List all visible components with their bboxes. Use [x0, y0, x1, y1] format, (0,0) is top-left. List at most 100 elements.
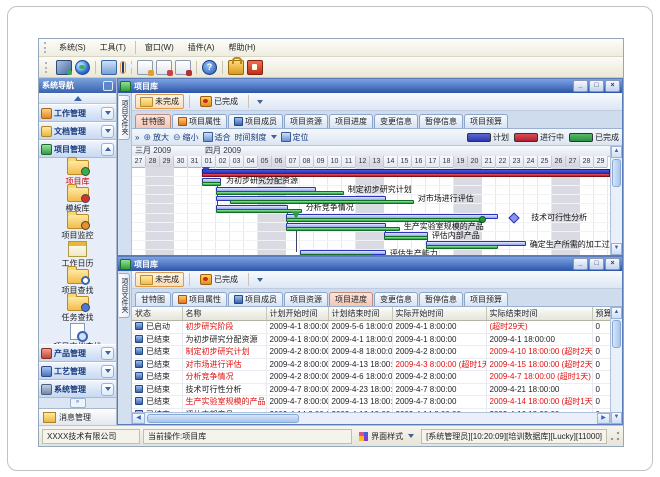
menu-item-4[interactable]: 帮助(H) [221, 41, 262, 54]
sidebar-section-3[interactable]: 产品管理 [39, 344, 116, 362]
section-toggle-button[interactable] [101, 143, 114, 156]
task-done-bar[interactable] [286, 227, 400, 231]
close-button[interactable]: × [605, 258, 620, 270]
toolbar-drag-handle[interactable] [45, 62, 50, 73]
section-toggle-button[interactable] [101, 125, 114, 138]
tab-甘特图[interactable]: 甘特图 [135, 114, 171, 128]
tab-变更信息[interactable]: 变更信息 [374, 292, 418, 306]
tab-项目成员[interactable]: 项目成员 [228, 114, 283, 128]
column-header-1[interactable]: 名称 [182, 307, 266, 321]
resize-grip[interactable] [610, 431, 620, 441]
table-row[interactable]: 已结束制定初步研究计划2009-4-2 8:00:002009-4-8 18:0… [132, 346, 610, 359]
table-row[interactable]: 已结束生产实验室规模的产品2009-4-7 8:00:002009-4-13 1… [132, 396, 610, 409]
sidebar-section-5[interactable]: 系统管理 [39, 380, 116, 398]
task-done-bar[interactable] [216, 209, 302, 213]
maximize-button[interactable]: □ [589, 258, 604, 270]
timescale-dropdown[interactable]: 时间刻度 [235, 132, 277, 143]
minimize-button[interactable]: _ [573, 80, 588, 92]
scroll-left-icon[interactable] [132, 413, 145, 424]
zoom-in-button[interactable]: ⊕放大 [143, 132, 169, 143]
scroll-right-icon[interactable] [597, 413, 610, 424]
scrollbar-thumb[interactable] [147, 414, 299, 423]
column-header-2[interactable]: 计划开始时间 [266, 307, 328, 321]
pin-icon[interactable] [103, 81, 113, 91]
task-done-bar[interactable] [384, 236, 428, 240]
tab-变更信息[interactable]: 变更信息 [374, 114, 418, 128]
sidebar-more-button[interactable]: » [70, 398, 86, 408]
sidebar-item-0[interactable]: 项目库 [66, 160, 90, 187]
table-row[interactable]: 已结束分析竞争情况2009-4-2 8:00:002009-4-6 18:00:… [132, 371, 610, 384]
menu-item-2[interactable]: 窗口(W) [138, 41, 181, 54]
gantt-vertical-scrollbar[interactable] [610, 146, 622, 255]
zoom-out-button[interactable]: ⊖缩小 [173, 132, 199, 143]
menubar-drag-handle[interactable] [44, 42, 49, 53]
sidebar-section-0[interactable]: 工作管理 [39, 104, 116, 122]
toolbar-overflow-button[interactable]: » [135, 133, 139, 142]
table-window-titlebar[interactable]: 项目库 _ □ × [118, 257, 622, 271]
locate-button[interactable]: 定位 [281, 132, 309, 143]
filter-overflow-button[interactable] [254, 96, 265, 107]
sidebar-section-4[interactable]: 工艺管理 [39, 362, 116, 380]
project-folder-vertical-tab[interactable]: 项目文件夹 [119, 273, 130, 318]
column-header-3[interactable]: 计划结束时间 [328, 307, 392, 321]
exit-icon[interactable] [247, 60, 263, 75]
folder-open-icon[interactable] [101, 60, 117, 75]
tab-项目资源[interactable]: 项目资源 [284, 292, 328, 306]
menu-item-3[interactable]: 插件(A) [181, 41, 222, 54]
sidebar-section-1[interactable]: 文档管理 [39, 122, 116, 140]
column-header-4[interactable]: 实际开始时间 [392, 307, 486, 321]
task-done-bar[interactable] [216, 191, 344, 195]
table-row[interactable]: 已结束技术可行性分析2009-4-7 8:00:002009-4-23 18:0… [132, 383, 610, 396]
monitor-icon[interactable] [56, 60, 72, 75]
section-toggle-button[interactable] [101, 347, 114, 360]
tab-项目进度[interactable]: 项目进度 [329, 292, 373, 306]
section-toggle-button[interactable] [101, 383, 114, 396]
scroll-down-icon[interactable] [611, 243, 622, 255]
menu-item-0[interactable]: 系统(S) [52, 41, 93, 54]
help-icon[interactable] [202, 60, 217, 75]
filter-button-1[interactable]: 已完成 [195, 94, 243, 109]
sidebar-item-5[interactable]: 任务查找 [62, 296, 94, 323]
sidebar-item-1[interactable]: 模板库 [66, 187, 90, 214]
table-row[interactable]: 已启动初步研究阶段2009-4-1 8:00:002009-5-6 18:00:… [132, 321, 610, 334]
interface-style-button[interactable]: 界面样式 [355, 430, 418, 443]
doc-new-icon[interactable] [137, 60, 153, 75]
scrollbar-thumb[interactable] [612, 159, 621, 187]
project-folder-vertical-tab[interactable]: 项目文件夹 [119, 95, 130, 140]
filter-active-button-0[interactable]: 未完成 [135, 94, 184, 109]
menu-item-1[interactable]: 工具(T) [93, 41, 133, 54]
tab-甘特图[interactable]: 甘特图 [135, 292, 171, 306]
tab-项目进度[interactable]: 项目进度 [329, 114, 373, 128]
maximize-button[interactable]: □ [589, 80, 604, 92]
minimize-button[interactable]: _ [573, 258, 588, 270]
tab-项目资源[interactable]: 项目资源 [284, 114, 328, 128]
tab-项目预算[interactable]: 项目预算 [464, 114, 508, 128]
tab-项目成员[interactable]: 项目成员 [228, 292, 283, 306]
close-button[interactable]: × [605, 80, 620, 92]
sidebar-item-2[interactable]: 项目监控 [62, 214, 94, 241]
column-header-0[interactable]: 状态 [132, 307, 182, 321]
sidebar-item-4[interactable]: 项目查找 [62, 269, 94, 296]
table-horizontal-scrollbar[interactable] [132, 412, 610, 424]
scroll-down-icon[interactable] [611, 412, 622, 424]
tab-项目属性[interactable]: 项目属性 [172, 114, 227, 128]
task-done-bar[interactable] [202, 182, 221, 186]
gantt-window-titlebar[interactable]: 项目库 _ □ × [118, 79, 622, 93]
table-vertical-scrollbar[interactable] [610, 307, 622, 424]
save-button-highlight[interactable] [120, 61, 126, 74]
scroll-up-icon[interactable] [611, 307, 622, 319]
doc-delete-icon[interactable] [175, 60, 191, 75]
tab-项目属性[interactable]: 项目属性 [172, 292, 227, 306]
section-toggle-button[interactable] [101, 365, 114, 378]
save-icon[interactable] [122, 62, 124, 73]
filter-overflow-button[interactable] [254, 274, 265, 285]
scrollbar-thumb[interactable] [612, 320, 621, 348]
sidebar-collapse-button[interactable] [39, 93, 116, 104]
doc-check-icon[interactable] [156, 60, 172, 75]
tab-暂停信息[interactable]: 暂停信息 [419, 292, 463, 306]
sidebar-tab-messages[interactable]: 消息管理 [39, 408, 116, 425]
table-row[interactable]: 已结束对市场进行评估2009-4-2 8:00:002009-4-13 18:0… [132, 358, 610, 371]
sidebar-item-3[interactable]: 工作日历 [62, 241, 94, 269]
filter-active-button-0[interactable]: 未完成 [135, 272, 184, 287]
gantt-chart[interactable]: 三月 2009四月 200927282930310102030405060708… [132, 146, 610, 255]
